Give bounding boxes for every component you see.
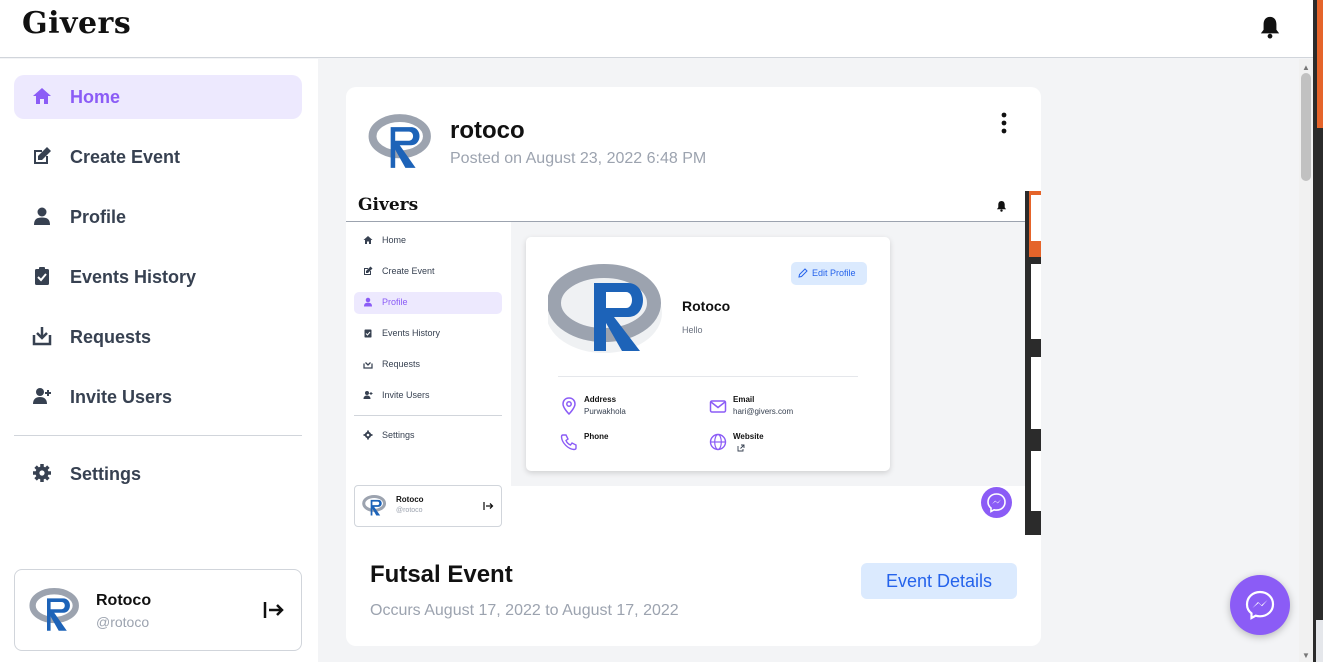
home-icon <box>363 236 373 244</box>
globe-icon <box>709 433 727 451</box>
image-nav-item: Profile <box>354 292 502 314</box>
edit-profile-button: Edit Profile <box>791 262 867 285</box>
image-user-name: Rotoco <box>396 495 424 504</box>
image-user-card: Rotoco @rotoco <box>354 485 502 527</box>
clipboard-check-icon <box>364 329 372 338</box>
pencil-icon <box>798 268 808 278</box>
user-plus-icon <box>363 391 373 399</box>
image-divider <box>354 415 502 416</box>
bell-icon <box>996 200 1007 212</box>
sidebar-item-label: Create Event <box>70 147 181 167</box>
post-card: rotoco Posted on August 23, 2022 6:48 PM… <box>346 87 1041 646</box>
clipboard-check-icon <box>35 267 49 285</box>
sidebar-item-label: Requests <box>70 327 152 347</box>
image-nav-item: Home <box>354 230 502 252</box>
user-name: Rotoco <box>96 592 152 609</box>
notification-bell-icon[interactable] <box>1259 15 1281 39</box>
image-nav-label: Profile <box>382 297 408 307</box>
post-image[interactable]: Givers Home Create Event Profile Events … <box>346 191 1041 535</box>
image-nav-label: Home <box>382 235 407 245</box>
address-label: Address <box>584 395 617 404</box>
gear-icon <box>363 430 373 440</box>
image-sidebar: Home Create Event Profile Events History… <box>346 222 511 535</box>
sidebar-item-profile[interactable]: Profile <box>14 195 302 239</box>
current-user-card[interactable]: Rotoco @rotoco <box>14 569 302 651</box>
phone-icon <box>560 434 577 451</box>
edit-profile-label: Edit Profile <box>812 268 856 278</box>
avatar <box>362 494 387 516</box>
messenger-button[interactable] <box>1230 575 1290 635</box>
sidebar-divider <box>14 435 302 436</box>
image-edge-strip <box>1025 191 1041 535</box>
sidebar-item-label: Settings <box>70 464 142 484</box>
image-nav-item: Settings <box>354 425 502 447</box>
profile-logo <box>548 264 662 353</box>
image-profile-card: Rotoco Hello Edit Profile Address Purwak… <box>526 237 890 471</box>
email-label: Email <box>733 395 755 404</box>
profile-bio: Hello <box>682 325 703 335</box>
scroll-down-arrow-icon[interactable]: ▼ <box>1302 651 1310 660</box>
image-nav-label: Settings <box>382 430 415 440</box>
sidebar-item-label: Events History <box>70 267 197 287</box>
sidebar-item-label: Profile <box>70 207 127 227</box>
messenger-icon <box>1245 590 1275 620</box>
mail-icon <box>709 400 727 413</box>
image-nav-label: Create Event <box>382 266 435 276</box>
sidebar-item-invite-users[interactable]: Invite Users <box>14 375 302 419</box>
image-top-bar: Givers <box>346 191 1025 222</box>
edit-icon <box>34 147 51 164</box>
sidebar-item-events-history[interactable]: Events History <box>14 255 302 299</box>
image-brand: Givers <box>358 195 419 215</box>
logout-icon <box>483 502 494 510</box>
avatar <box>29 588 79 631</box>
location-pin-icon <box>562 397 576 415</box>
event-dates: Occurs August 17, 2022 to August 17, 202… <box>370 602 679 619</box>
scroll-up-arrow-icon[interactable]: ▲ <box>1302 63 1310 72</box>
image-nav-label: Events History <box>382 328 441 338</box>
download-box-icon <box>363 362 373 369</box>
home-icon <box>33 88 51 104</box>
image-user-handle: @rotoco <box>396 507 423 514</box>
event-title: Futsal Event <box>370 561 513 588</box>
profile-divider <box>558 376 858 377</box>
email-value: hari@givers.com <box>733 407 794 416</box>
sidebar-item-label: Home <box>70 87 121 107</box>
phone-label: Phone <box>584 432 609 441</box>
window-edge-strip <box>1313 0 1323 662</box>
user-icon <box>364 297 372 307</box>
sidebar-item-label: Invite Users <box>70 387 173 407</box>
image-nav-label: Requests <box>382 359 421 369</box>
download-box-icon <box>32 327 52 346</box>
gear-icon <box>33 464 51 482</box>
event-details-button[interactable]: Event Details <box>861 563 1017 599</box>
main-scrollbar[interactable]: ▲ ▼ <box>1299 59 1313 662</box>
sidebar-item-create-event[interactable]: Create Event <box>14 135 302 179</box>
post-author[interactable]: rotoco <box>450 117 525 145</box>
post-timestamp: Posted on August 23, 2022 6:48 PM <box>450 150 707 167</box>
messenger-icon <box>981 487 1012 518</box>
sidebar-item-home[interactable]: Home <box>14 75 302 119</box>
sidebar: Home Create Event Profile Events History… <box>0 59 318 662</box>
more-options-icon[interactable] <box>998 111 1010 135</box>
image-nav-item: Invite Users <box>354 385 502 407</box>
profile-name: Rotoco <box>682 298 731 314</box>
external-link-icon <box>737 444 745 452</box>
sidebar-item-settings[interactable]: Settings <box>14 452 302 496</box>
avatar <box>368 114 431 168</box>
user-handle: @rotoco <box>96 614 150 630</box>
scrollbar-thumb[interactable] <box>1301 73 1311 181</box>
edit-icon <box>364 266 373 275</box>
image-nav-label: Invite Users <box>382 390 430 400</box>
website-label: Website <box>733 432 764 441</box>
user-icon <box>34 207 50 225</box>
image-nav-item: Requests <box>354 354 502 376</box>
sidebar-item-requests[interactable]: Requests <box>14 315 302 359</box>
brand-logo[interactable]: Givers <box>22 6 131 41</box>
user-plus-icon <box>33 388 51 404</box>
image-nav-item: Events History <box>354 323 502 345</box>
logout-icon[interactable] <box>263 600 285 620</box>
top-bar: Givers <box>0 0 1313 58</box>
image-nav-item: Create Event <box>354 261 502 283</box>
address-value: Purwakhola <box>584 407 626 416</box>
